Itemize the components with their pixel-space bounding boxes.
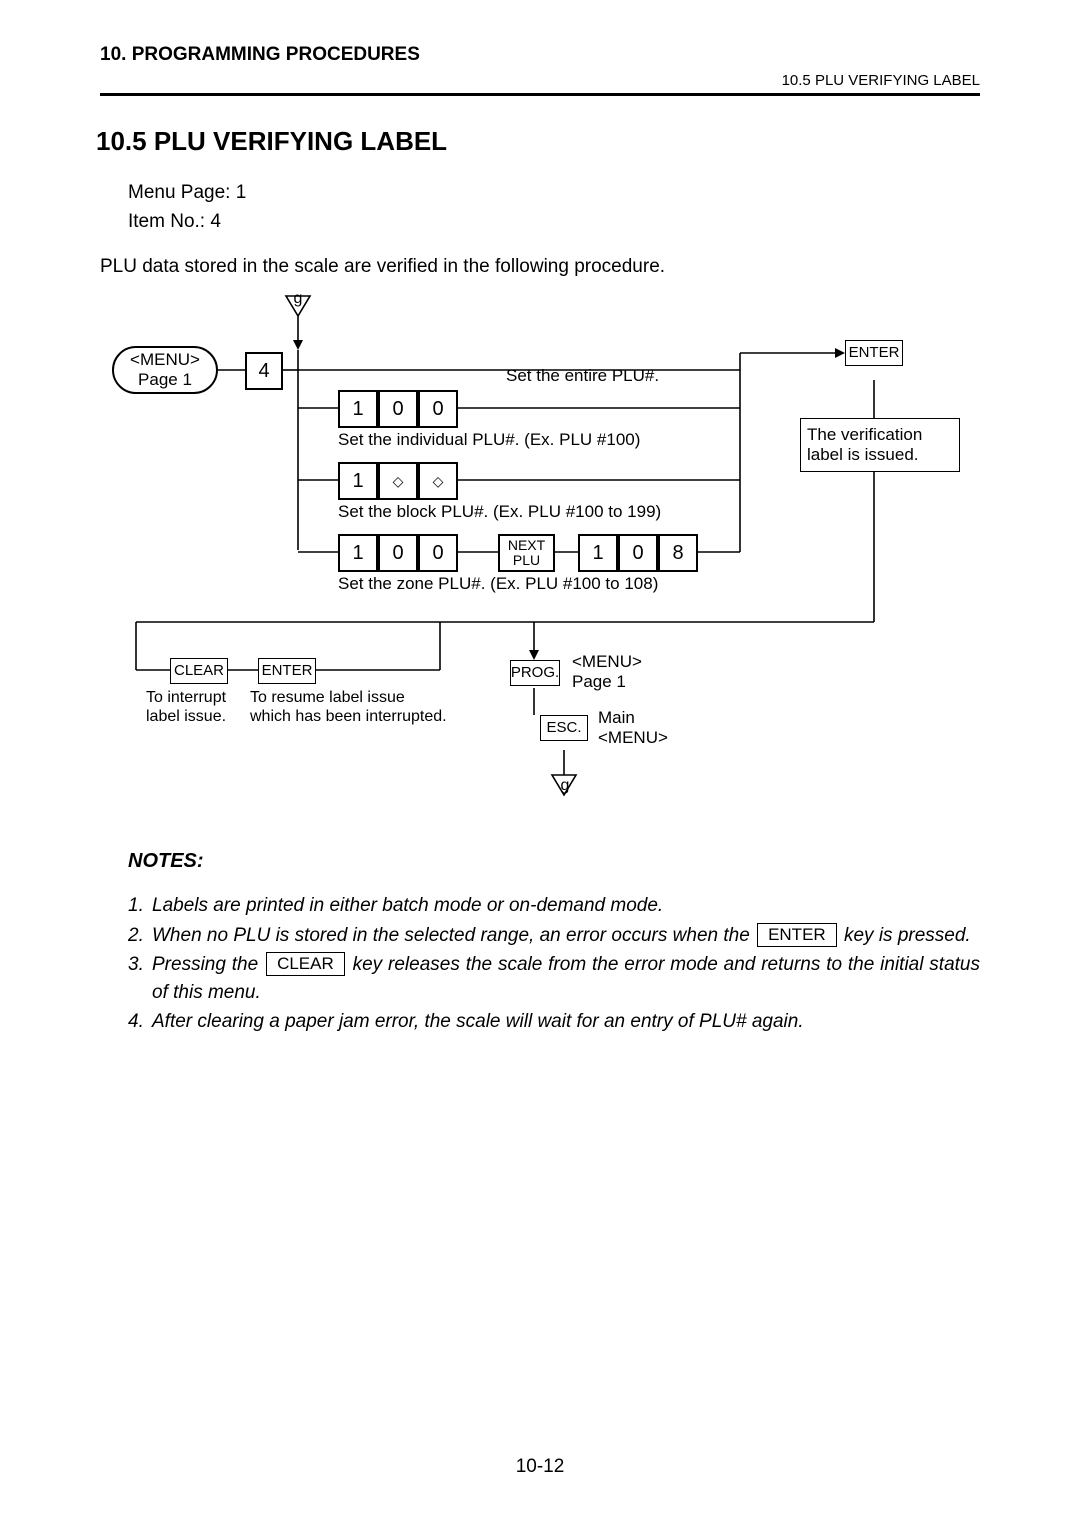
note-4: 4. After clearing a paper jam error, the… [128,1008,980,1036]
row3-key-1: 1 [338,534,378,572]
page-footer: 10-12 [0,1456,1080,1478]
enter-key: ENTER [845,340,903,366]
intro-text: PLU data stored in the scale are verifie… [100,256,980,278]
clear-note: To interrupt label issue. [146,688,266,726]
row3-key-3: 0 [418,534,458,572]
enter-inline-key: ENTER [757,923,837,947]
note-text: After clearing a paper jam error, the sc… [152,1008,980,1036]
chapter-header: 10. PROGRAMMING PROCEDURES [100,44,980,66]
note-text: Labels are printed in either batch mode … [152,892,980,920]
label-set-block: Set the block PLU#. (Ex. PLU #100 to 199… [338,502,718,522]
menu-info: Menu Page: 1 Item No.: 4 [128,179,980,236]
prog-note: <MENU> Page 1 [572,652,672,693]
section-title: 10.5 PLU VERIFYING LABEL [96,126,980,157]
row3-key-6: 8 [658,534,698,572]
note-text: When no PLU is stored in the selected ra… [152,922,980,950]
row1-key-2: 0 [378,390,418,428]
key-4: 4 [245,352,283,390]
note-num: 4. [128,1008,152,1036]
row2-key-1: 1 [338,462,378,500]
notes-heading: NOTES: [128,850,980,873]
start-marker: g [290,291,306,307]
row3-key-2: 0 [378,534,418,572]
esc-key: ESC. [540,715,588,741]
notes-list: 1. Labels are printed in either batch mo… [128,892,980,1036]
clear-inline-key: CLEAR [266,952,345,976]
row3-next-plu: NEXT PLU [498,534,555,572]
clear-key: CLEAR [170,658,228,684]
item-no-line: Item No.: 4 [128,208,980,237]
row3-key-4: 1 [578,534,618,572]
result-box: The verification label is issued. [800,418,960,472]
label-set-zone: Set the zone PLU#. (Ex. PLU #100 to 108) [338,574,718,594]
enter2-key: ENTER [258,658,316,684]
row2-key-diamond1: ◇ [378,462,418,500]
note-2: 2. When no PLU is stored in the selected… [128,922,980,950]
note-3: 3. Pressing the CLEAR key releases the s… [128,951,980,1006]
note2-pre: When no PLU is stored in the selected ra… [152,925,750,946]
row1-key-3: 0 [418,390,458,428]
row2-key-diamond2: ◇ [418,462,458,500]
note-1: 1. Labels are printed in either batch mo… [128,892,980,920]
enter2-note: To resume label issue which has been int… [250,688,460,726]
note3-pre: Pressing the [152,954,258,975]
row3-key-5: 0 [618,534,658,572]
menu-oval: <MENU> Page 1 [112,346,218,394]
header-rule [100,93,980,96]
note-num: 1. [128,892,152,920]
note-text: Pressing the CLEAR key releases the scal… [152,951,980,1006]
menu-page-line: Menu Page: 1 [128,179,980,208]
row1-key-1: 1 [338,390,378,428]
flow-diagram: g <MENU> Page 1 4 Set the entire PLU#. 1… [100,290,980,820]
esc-note: Main <MENU> [598,708,698,749]
end-marker: g [558,776,572,795]
prog-key: PROG. [510,660,560,686]
note2-post: key is pressed. [844,925,971,946]
breadcrumb: 10.5 PLU VERIFYING LABEL [100,72,980,89]
note-num: 3. [128,951,152,1006]
label-set-individual: Set the individual PLU#. (Ex. PLU #100) [338,430,718,450]
label-set-entire: Set the entire PLU#. [506,366,726,386]
note-num: 2. [128,922,152,950]
